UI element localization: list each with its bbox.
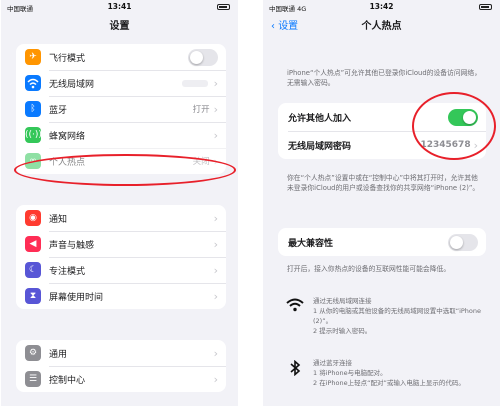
bluetooth-icon: ᛒ xyxy=(25,101,41,117)
row-label: 无线局域网 xyxy=(49,79,95,90)
battery-icon xyxy=(479,4,492,10)
row-label: 屏幕使用时间 xyxy=(49,292,104,303)
bell-icon: ◉ xyxy=(25,210,41,226)
intro-note: iPhone“个人热点”可允许其他已登录你iCloud的设备访问网络，无需输入密… xyxy=(287,69,482,87)
settings-row-hotspot[interactable]: ∞ 个人热点 关闭 › xyxy=(16,148,226,174)
settings-screen: 中国联通 13:41 设置 ✈ 飞行模式 无线局域网 › ᛒ 蓝牙 打开 › (… xyxy=(1,0,238,406)
wifi-heading: 通过无线局域网连接 xyxy=(313,297,372,305)
wlan-password-label: 无线局域网密码 xyxy=(288,141,352,152)
battery-icon xyxy=(217,4,230,10)
moon-icon: ☾ xyxy=(25,262,41,278)
chevron-right-icon: › xyxy=(213,289,218,303)
switches-icon: ☰ xyxy=(25,371,41,387)
bluetooth-status: 打开 xyxy=(192,105,210,115)
row-label: 蜂窝网络 xyxy=(49,131,86,142)
airplane-toggle[interactable] xyxy=(188,48,218,66)
settings-row-cellular[interactable]: ((·)) 蜂窝网络 › xyxy=(16,122,226,148)
wifi-step-2: 2 提示时输入密码。 xyxy=(313,327,372,335)
wlan-password-row[interactable]: 无线局域网密码 12345678 › xyxy=(278,131,486,159)
bt-heading: 通过蓝牙连接 xyxy=(313,359,352,367)
hotspot-settings-group: 允许其他人加入 无线局域网密码 12345678 › xyxy=(278,103,486,159)
speaker-icon: ◀ xyxy=(25,236,41,252)
general-group: ⚙ 通用 › ☰ 控制中心 › xyxy=(16,340,226,392)
wifi-step-1: 1 从你的电脑或其他设备的无线局域网设置中选取“iPhone (2)”。 xyxy=(313,307,482,325)
status-bar: 中国联通 4G 13:42 xyxy=(263,0,500,14)
allow-others-toggle[interactable] xyxy=(448,108,478,126)
hotspot-screen: 中国联通 4G 13:42 ‹ 设置 个人热点 iPhone“个人热点”可允许其… xyxy=(263,0,500,406)
row-label: 通知 xyxy=(49,214,68,225)
max-compat-toggle[interactable] xyxy=(448,233,478,251)
max-compat-label: 最大兼容性 xyxy=(288,238,334,249)
settings-row-bluetooth[interactable]: ᛒ 蓝牙 打开 › xyxy=(16,96,226,122)
chevron-right-icon: › xyxy=(473,138,478,152)
allow-others-row[interactable]: 允许其他人加入 xyxy=(278,103,486,131)
gear-icon: ⚙ xyxy=(25,345,41,361)
allow-others-label: 允许其他人加入 xyxy=(288,113,352,124)
bluetooth-icon xyxy=(277,358,313,388)
settings-row-airplane[interactable]: ✈ 飞行模式 xyxy=(16,44,226,70)
row-label: 声音与触感 xyxy=(49,240,95,251)
settings-row-sounds[interactable]: ◀ 声音与触感 › xyxy=(16,231,226,257)
wifi-icon xyxy=(277,296,313,336)
chevron-right-icon: › xyxy=(213,263,218,277)
bluetooth-connection-info: 通过蓝牙连接 1 将iPhone与电脑配对。 2 在iPhone上轻点“配对”或… xyxy=(277,358,490,388)
row-label: 个人热点 xyxy=(49,157,86,168)
chevron-right-icon: › xyxy=(213,211,218,225)
chevron-right-icon: › xyxy=(213,128,218,142)
row-label: 蓝牙 xyxy=(49,105,68,116)
row-label: 飞行模式 xyxy=(49,53,86,64)
wifi-connection-info: 通过无线局域网连接 1 从你的电脑或其他设备的无线局域网设置中选取“iPhone… xyxy=(277,296,490,336)
settings-row-control-center[interactable]: ☰ 控制中心 › xyxy=(16,366,226,392)
wlan-network-value xyxy=(181,79,208,87)
chevron-right-icon: › xyxy=(213,76,218,90)
clock: 13:42 xyxy=(369,2,394,11)
wifi-icon xyxy=(25,75,41,91)
compat-group: 最大兼容性 xyxy=(278,228,486,256)
settings-row-screen-time[interactable]: ⧗ 屏幕使用时间 › xyxy=(16,283,226,309)
clock: 13:41 xyxy=(107,2,132,11)
max-compat-row[interactable]: 最大兼容性 xyxy=(278,228,486,256)
page-title: 个人热点 xyxy=(361,21,402,32)
row-label: 控制中心 xyxy=(49,375,86,386)
cellular-icon: ((·)) xyxy=(25,127,42,143)
row-label: 通用 xyxy=(49,349,68,360)
settings-row-focus[interactable]: ☾ 专注模式 › xyxy=(16,257,226,283)
status-bar: 中国联通 13:41 xyxy=(1,0,238,14)
chevron-right-icon: › xyxy=(213,154,218,168)
bt-step-1: 1 将iPhone与电脑配对。 xyxy=(313,369,387,377)
airplane-icon: ✈ xyxy=(25,49,41,65)
settings-row-general[interactable]: ⚙ 通用 › xyxy=(16,340,226,366)
compat-note: 打开后，接入你热点的设备的互联网性能可能会降低。 xyxy=(287,265,451,273)
bt-step-2: 2 在iPhone上轻点“配对”或输入电脑上显示的代码。 xyxy=(313,379,465,387)
notifications-group: ◉ 通知 › ◀ 声音与触感 › ☾ 专注模式 › ⧗ 屏幕使用时间 › xyxy=(16,205,226,309)
discovery-note: 你在“个人热点”设置中或在“控制中心”中将其打开时，允许其他未登录你iCloud… xyxy=(287,174,480,192)
wlan-password-value: 12345678 xyxy=(420,140,471,150)
page-title: 设置 xyxy=(109,21,130,32)
chevron-right-icon: › xyxy=(213,372,218,386)
hotspot-icon: ∞ xyxy=(25,153,41,169)
settings-row-wlan[interactable]: 无线局域网 › xyxy=(16,70,226,96)
hotspot-status: 关闭 xyxy=(192,157,210,167)
settings-row-notifications[interactable]: ◉ 通知 › xyxy=(16,205,226,231)
hourglass-icon: ⧗ xyxy=(25,288,41,304)
chevron-right-icon: › xyxy=(213,346,218,360)
row-label: 专注模式 xyxy=(49,266,86,277)
chevron-right-icon: › xyxy=(213,237,218,251)
chevron-right-icon: › xyxy=(213,102,218,116)
connectivity-group: ✈ 飞行模式 无线局域网 › ᛒ 蓝牙 打开 › ((·)) 蜂窝网络 › ∞ … xyxy=(16,44,226,174)
